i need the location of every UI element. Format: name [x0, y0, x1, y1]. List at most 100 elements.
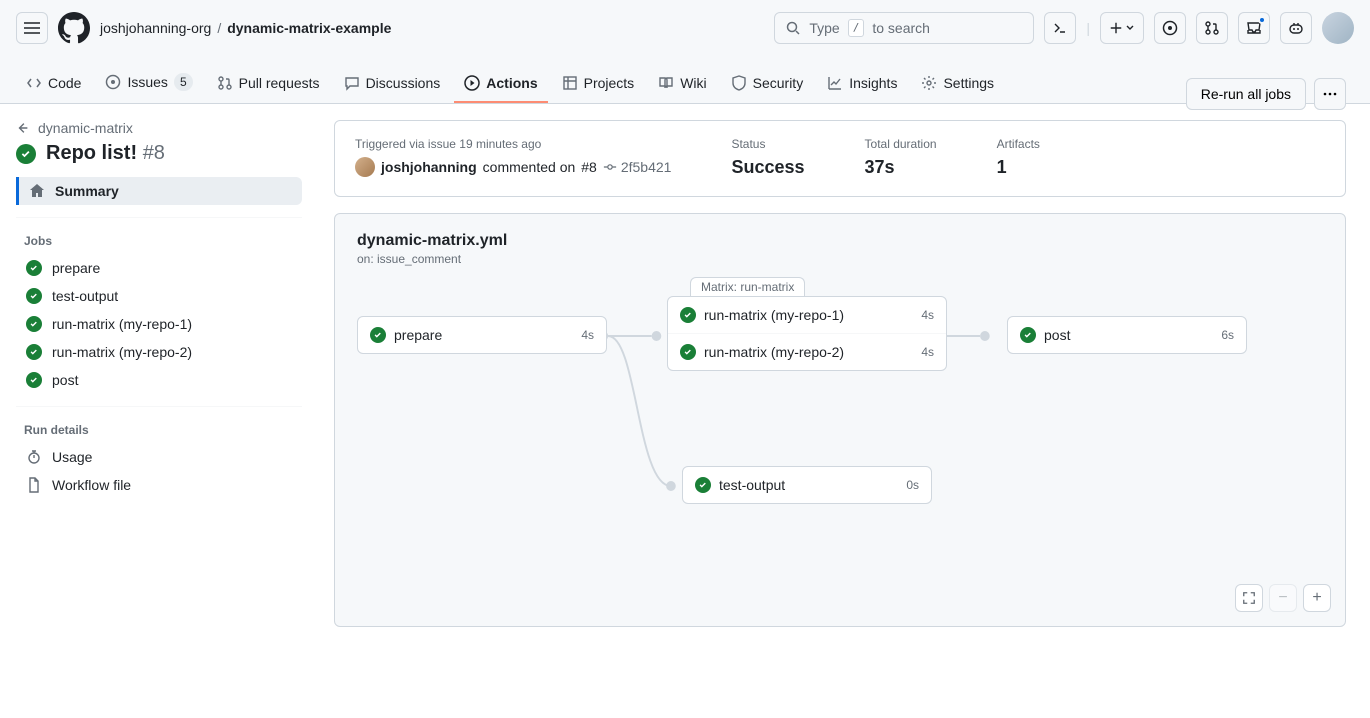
tab-discussions[interactable]: Discussions	[334, 65, 451, 103]
sidebar-job-item[interactable]: post	[16, 366, 302, 394]
workflow-graph-box: dynamic-matrix.yml on: issue_comment	[334, 213, 1346, 627]
triggered-label: Triggered via issue 19 minutes ago	[355, 137, 671, 151]
sidebar-jobs-label: Jobs	[16, 228, 302, 254]
check-circle-icon	[26, 344, 42, 360]
back-link[interactable]: dynamic-matrix	[16, 120, 302, 136]
job-card-run-matrix-1[interactable]: run-matrix (my-repo-1) 4s	[668, 297, 946, 333]
commit-icon	[603, 160, 617, 174]
github-logo[interactable]	[58, 12, 90, 44]
command-palette-button[interactable]	[1044, 12, 1076, 44]
workflow-options-menu[interactable]	[1314, 78, 1346, 110]
caret-down-icon	[1125, 23, 1135, 33]
git-pr-icon	[217, 75, 233, 91]
unread-dot	[1258, 16, 1266, 24]
play-icon	[464, 75, 480, 91]
breadcrumb-sep: /	[217, 20, 221, 36]
notifications-button[interactable]	[1238, 12, 1270, 44]
zoom-in-button[interactable]: +	[1303, 584, 1331, 612]
command-icon	[1052, 20, 1068, 36]
search-placeholder-pre: Type	[809, 20, 839, 36]
check-circle-icon	[680, 307, 696, 323]
actor-username[interactable]: joshjohanning	[381, 159, 477, 175]
sidebar-job-item[interactable]: test-output	[16, 282, 302, 310]
breadcrumb-org[interactable]: joshjohanning-org	[100, 20, 211, 36]
sidebar-rundetails-label: Run details	[16, 417, 302, 443]
home-icon	[29, 183, 45, 199]
tab-code[interactable]: Code	[16, 65, 91, 103]
issue-icon	[105, 74, 121, 90]
tab-security[interactable]: Security	[721, 65, 814, 103]
hamburger-icon	[24, 22, 40, 34]
check-circle-icon	[16, 144, 36, 164]
user-avatar[interactable]	[1322, 12, 1354, 44]
tab-insights[interactable]: Insights	[817, 65, 907, 103]
tab-projects[interactable]: Projects	[552, 65, 645, 103]
zoom-out-button[interactable]: −	[1269, 584, 1297, 612]
check-circle-icon	[26, 260, 42, 276]
duration-value: 37s	[865, 157, 937, 178]
issue-icon	[1162, 20, 1178, 36]
check-circle-icon	[370, 327, 386, 343]
shield-icon	[731, 75, 747, 91]
tab-wiki[interactable]: Wiki	[648, 65, 716, 103]
status-value: Success	[731, 157, 804, 178]
file-icon	[26, 477, 42, 493]
check-circle-icon	[26, 372, 42, 388]
arrow-left-icon	[16, 121, 30, 135]
table-icon	[562, 75, 578, 91]
issues-count: 5	[174, 73, 193, 91]
breadcrumb: joshjohanning-org / dynamic-matrix-examp…	[100, 20, 391, 36]
check-circle-icon	[680, 344, 696, 360]
tab-settings[interactable]: Settings	[911, 65, 1004, 103]
tab-actions[interactable]: Actions	[454, 65, 547, 103]
sidebar-summary[interactable]: Summary	[16, 177, 302, 205]
check-circle-icon	[1020, 327, 1036, 343]
artifacts-value: 1	[997, 157, 1040, 178]
sidebar-usage[interactable]: Usage	[16, 443, 302, 471]
copilot-icon	[1288, 20, 1304, 36]
job-card-prepare[interactable]: prepare 4s	[357, 316, 607, 354]
menu-button[interactable]	[16, 12, 48, 44]
sidebar-job-item[interactable]: run-matrix (my-repo-2)	[16, 338, 302, 366]
copilot-button[interactable]	[1280, 12, 1312, 44]
create-new-dropdown[interactable]	[1100, 12, 1144, 44]
git-pr-icon	[1204, 20, 1220, 36]
book-icon	[658, 75, 674, 91]
plus-icon	[1109, 21, 1123, 35]
check-circle-icon	[26, 316, 42, 332]
commit-sha[interactable]: 2f5b421	[621, 159, 672, 175]
sidebar-workflow-file[interactable]: Workflow file	[16, 471, 302, 499]
code-icon	[26, 75, 42, 91]
stopwatch-icon	[26, 449, 42, 465]
job-card-run-matrix-2[interactable]: run-matrix (my-repo-2) 4s	[668, 333, 946, 370]
breadcrumb-repo[interactable]: dynamic-matrix-example	[227, 20, 391, 36]
workflow-file-name: dynamic-matrix.yml	[357, 232, 1323, 250]
comment-icon	[344, 75, 360, 91]
actor-avatar[interactable]	[355, 157, 375, 177]
issue-ref[interactable]: #8	[581, 159, 597, 175]
check-circle-icon	[26, 288, 42, 304]
tab-issues[interactable]: Issues5	[95, 63, 202, 103]
repo-nav: Code Issues5 Pull requests Discussions A…	[0, 56, 1370, 104]
global-header: joshjohanning-org / dynamic-matrix-examp…	[0, 0, 1370, 56]
fullscreen-icon	[1242, 591, 1256, 605]
workflow-on: on: issue_comment	[357, 252, 1323, 266]
fullscreen-button[interactable]	[1235, 584, 1263, 612]
issues-header-button[interactable]	[1154, 12, 1186, 44]
sidebar-job-item[interactable]: prepare	[16, 254, 302, 282]
kebab-icon	[1322, 86, 1338, 102]
sidebar-job-item[interactable]: run-matrix (my-repo-1)	[16, 310, 302, 338]
gear-icon	[921, 75, 937, 91]
job-card-test-output[interactable]: test-output 0s	[682, 466, 932, 504]
tab-pulls[interactable]: Pull requests	[207, 65, 330, 103]
pulls-header-button[interactable]	[1196, 12, 1228, 44]
search-icon	[785, 20, 801, 36]
search-input[interactable]: Type / to search	[774, 12, 1034, 44]
job-card-post[interactable]: post 6s	[1007, 316, 1247, 354]
matrix-label: Matrix: run-matrix	[690, 277, 805, 296]
event-verb: commented on	[483, 159, 576, 175]
search-shortcut: /	[848, 19, 865, 37]
run-title-text: Repo list! #8	[46, 142, 165, 165]
rerun-all-jobs-button[interactable]: Re-run all jobs	[1186, 78, 1306, 110]
graph-icon	[827, 75, 843, 91]
